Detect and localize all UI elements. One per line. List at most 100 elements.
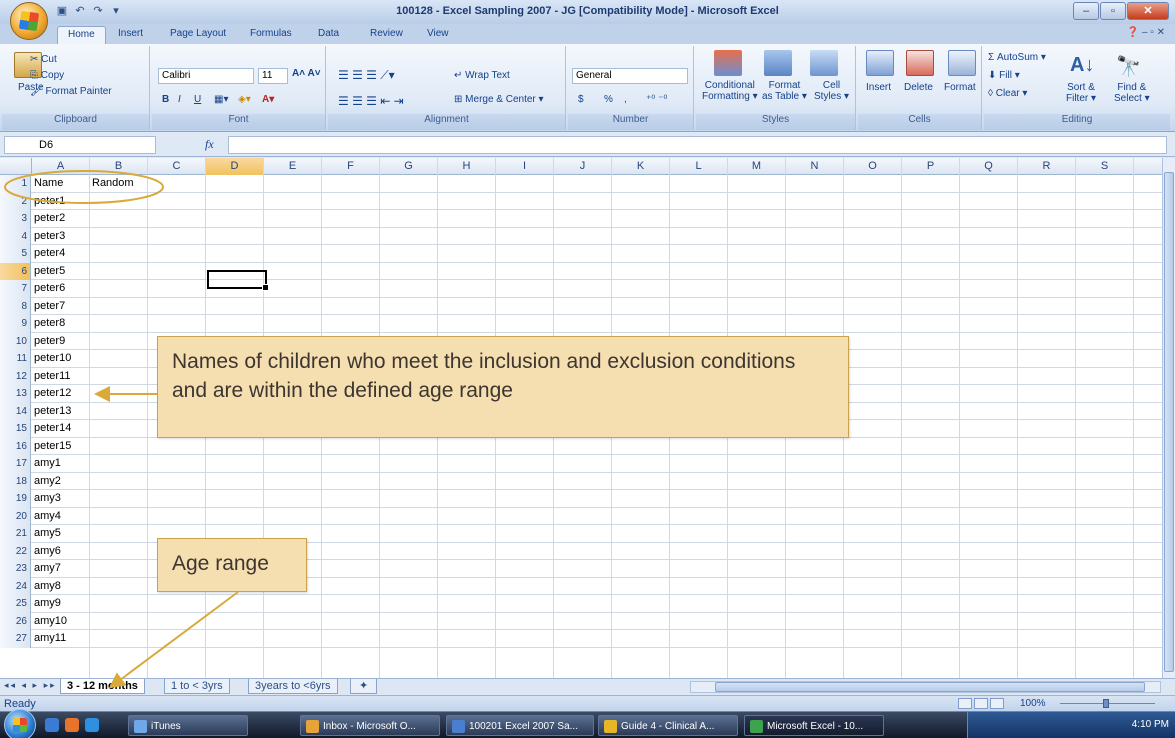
row-header[interactable]: 23 — [0, 560, 31, 578]
row-header[interactable]: 2 — [0, 192, 31, 210]
horizontal-scrollbar[interactable] — [690, 681, 1161, 693]
undo-icon[interactable]: ↶ — [73, 4, 87, 18]
row-header[interactable]: 13 — [0, 385, 31, 403]
firefox-icon[interactable] — [65, 718, 79, 732]
clock[interactable]: 4:10 PM — [1132, 719, 1169, 730]
cell-a[interactable]: amy5 — [34, 525, 61, 542]
left-align-icons[interactable]: ☰ ☰ ☰ ⇤ ⇥ — [338, 94, 404, 108]
minimize-button[interactable]: ‒ — [1073, 2, 1099, 20]
office-button[interactable] — [10, 2, 48, 40]
cell-a[interactable]: Name — [34, 175, 63, 192]
page-layout-view-icon[interactable] — [974, 698, 988, 709]
vertical-scrollbar[interactable] — [1162, 158, 1175, 678]
row-header[interactable]: 9 — [0, 315, 31, 333]
sort-filter-button[interactable]: Sort & Filter ▾ — [1066, 82, 1096, 104]
column-header-q[interactable]: Q — [960, 158, 1018, 175]
currency-button[interactable]: $ — [578, 94, 584, 105]
cell-a[interactable]: peter13 — [34, 403, 71, 420]
cell-a[interactable]: peter11 — [34, 368, 71, 385]
tab-review[interactable]: Review — [370, 28, 403, 39]
cut-button[interactable]: ✂ Cut — [30, 54, 57, 65]
cell-a[interactable]: amy10 — [34, 613, 67, 630]
start-button[interactable] — [4, 709, 36, 738]
conditional-formatting-button[interactable]: Conditional Formatting ▾ — [702, 80, 758, 102]
cell-a[interactable]: amy6 — [34, 543, 61, 560]
insert-sheet-icon[interactable]: ✦ — [350, 679, 378, 694]
merge-center-button[interactable]: ⊞ Merge & Center ▾ — [454, 94, 544, 105]
cell-a[interactable]: amy3 — [34, 490, 61, 507]
tab-data[interactable]: Data — [318, 28, 339, 39]
cell-a[interactable]: peter9 — [34, 333, 65, 350]
help-icon[interactable]: ❓ ‒ ▫ ✕ — [1127, 27, 1165, 38]
format-button[interactable]: Format — [944, 82, 976, 93]
cell-a[interactable]: peter7 — [34, 298, 65, 315]
decimal-icons[interactable]: ⁺⁰ ⁻⁰ — [646, 94, 667, 105]
row-header[interactable]: 18 — [0, 472, 31, 490]
borders-icon[interactable]: ▦▾ — [214, 94, 228, 105]
font-size-select[interactable]: 11 — [258, 68, 288, 84]
format-painter-button[interactable]: 🖌 Format Painter — [30, 86, 112, 97]
vertical-scroll-thumb[interactable] — [1164, 172, 1174, 672]
page-break-view-icon[interactable] — [990, 698, 1004, 709]
active-cell-d6[interactable] — [207, 270, 269, 291]
cell-a[interactable]: peter5 — [34, 263, 65, 280]
row-header[interactable]: 24 — [0, 577, 31, 595]
redo-icon[interactable]: ↷ — [91, 4, 105, 18]
row-header[interactable]: 25 — [0, 595, 31, 613]
row-header[interactable]: 20 — [0, 507, 31, 525]
cell-a[interactable]: peter14 — [34, 420, 71, 437]
normal-view-icon[interactable] — [958, 698, 972, 709]
customize-qat-icon[interactable]: ▾ — [109, 4, 123, 18]
taskbar-guide[interactable]: Guide 4 - Clinical A... — [598, 715, 738, 736]
column-header-n[interactable]: N — [786, 158, 844, 175]
close-button[interactable]: ✕ — [1127, 2, 1169, 20]
comma-button[interactable]: , — [624, 94, 627, 105]
column-header-b[interactable]: B — [90, 158, 148, 175]
cell-a[interactable]: amy2 — [34, 473, 61, 490]
sort-filter-icon[interactable]: A↓ — [1070, 54, 1094, 77]
row-header[interactable]: 8 — [0, 297, 31, 315]
row-header[interactable]: 14 — [0, 402, 31, 420]
column-header-s[interactable]: S — [1076, 158, 1134, 175]
cell-styles-icon[interactable] — [810, 50, 838, 76]
cell-a[interactable]: peter15 — [34, 438, 71, 455]
column-header-e[interactable]: E — [264, 158, 322, 175]
insert-cells-icon[interactable] — [866, 50, 894, 76]
column-header-i[interactable]: I — [496, 158, 554, 175]
delete-button[interactable]: Delete — [904, 82, 933, 93]
cell-styles-button[interactable]: Cell Styles ▾ — [814, 80, 849, 102]
insert-button[interactable]: Insert — [866, 82, 891, 93]
cell-a[interactable]: amy11 — [34, 630, 66, 647]
row-header[interactable]: 7 — [0, 280, 31, 298]
row-header[interactable]: 3 — [0, 210, 31, 228]
top-align-icons[interactable]: ☰ ☰ ☰ ⟋▾ — [338, 68, 395, 83]
cell-a[interactable]: peter6 — [34, 280, 65, 297]
internet-explorer-icon[interactable] — [85, 718, 99, 732]
sheet-tab-1-to-3yrs[interactable]: 1 to < 3yrs — [164, 679, 230, 694]
taskbar-itunes[interactable]: iTunes — [128, 715, 248, 736]
sheet-tab-3-12-months[interactable]: 3 - 12 months — [60, 679, 145, 694]
cell-a[interactable]: amy9 — [34, 595, 61, 612]
row-header[interactable]: 6 — [0, 262, 31, 280]
cell-a[interactable]: peter8 — [34, 315, 65, 332]
save-icon[interactable]: ▣ — [55, 4, 69, 18]
format-as-table-icon[interactable] — [764, 50, 792, 76]
grow-font-icon[interactable]: A˄ A˅ — [292, 68, 321, 79]
insert-function-button[interactable]: fx — [205, 137, 214, 152]
cell-b[interactable]: Random — [92, 175, 134, 192]
autosum-button[interactable]: Σ AutoSum ▾ — [988, 52, 1046, 63]
column-header-j[interactable]: J — [554, 158, 612, 175]
conditional-formatting-icon[interactable] — [714, 50, 742, 76]
show-desktop-icon[interactable] — [45, 718, 59, 732]
cell-a[interactable]: peter2 — [34, 210, 65, 227]
bold-button[interactable]: B — [162, 94, 169, 105]
cell-a[interactable]: peter12 — [34, 385, 71, 402]
taskbar-word-doc[interactable]: 100201 Excel 2007 Sa... — [446, 715, 594, 736]
column-header-h[interactable]: H — [438, 158, 496, 175]
row-header[interactable]: 1 — [0, 175, 31, 193]
number-format-select[interactable]: General — [572, 68, 688, 84]
zoom-slider-knob[interactable] — [1103, 699, 1109, 708]
row-header[interactable]: 10 — [0, 332, 31, 350]
cell-a[interactable]: amy7 — [34, 560, 61, 577]
select-all-corner[interactable] — [0, 158, 32, 175]
